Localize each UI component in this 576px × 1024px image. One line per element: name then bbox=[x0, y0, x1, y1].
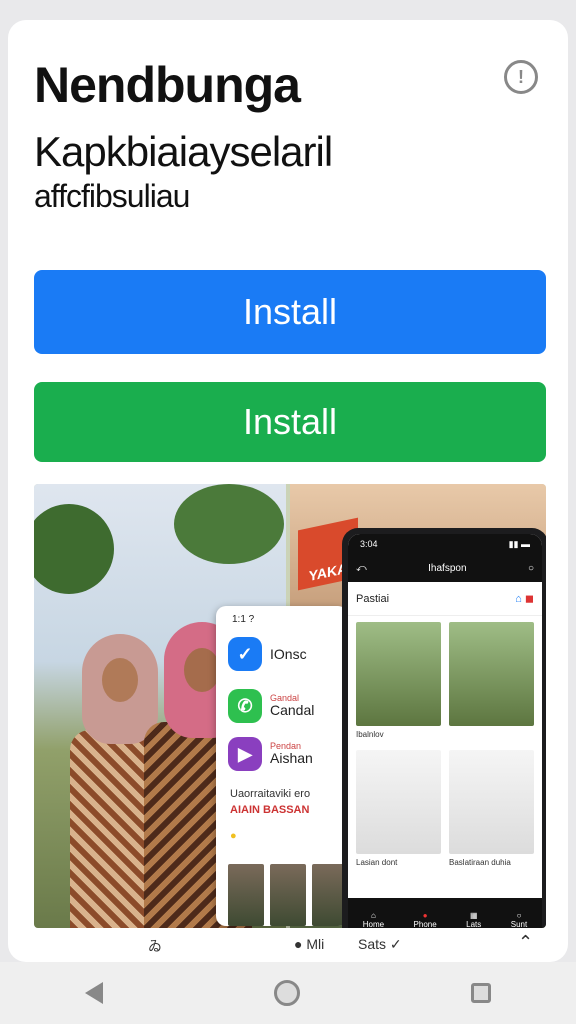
phone-header-label: Pastiai bbox=[356, 592, 390, 605]
phone-photo-grid: Ibalnlov Lasian dont Baslatiraan duhia bbox=[348, 616, 542, 876]
phone-time: 3:04 bbox=[360, 539, 378, 549]
tree bbox=[34, 504, 114, 594]
home-icon[interactable] bbox=[273, 980, 300, 1006]
phone-topbar: ⤺ Ihafspon ○ bbox=[348, 554, 542, 582]
back-icon[interactable]: ⤺ bbox=[356, 563, 367, 574]
app-subtitle: Kapkbiaiayselaril bbox=[34, 128, 333, 175]
tablet-line: Uaorraitaviki ero bbox=[230, 788, 311, 800]
grid-icon: ▦ bbox=[469, 911, 478, 920]
tree bbox=[174, 484, 284, 564]
install-button-primary[interactable]: Install bbox=[34, 270, 546, 354]
nav-phone[interactable]: ● Phone bbox=[414, 911, 437, 928]
info-icon[interactable]: ! bbox=[504, 60, 538, 94]
preview-caption-row: ゐ ● Mli Sats ✓ ⌃ bbox=[8, 932, 568, 962]
phone-status-bar: 3:04 ▮▮ ▬ bbox=[348, 534, 542, 554]
phone-bottom-nav: ⌂ Home ● Phone ▦ Lats ○ Sunt bbox=[348, 898, 542, 928]
row-label: IOnsc bbox=[270, 645, 307, 662]
signal-icon: ▮▮ ▬ bbox=[508, 538, 530, 549]
app-card: Nendbunga ! Kapkbiaiayselaril affcfibsul… bbox=[8, 20, 568, 962]
search-icon[interactable]: ○ bbox=[528, 563, 534, 574]
bell-icon[interactable]: ⌂ bbox=[515, 593, 522, 605]
recents-icon[interactable] bbox=[470, 983, 491, 1003]
caption-right: Sats ✓ bbox=[358, 936, 402, 952]
tablet-thumbnails bbox=[228, 864, 348, 926]
avatar[interactable]: ◼ bbox=[525, 593, 534, 605]
phone-mockup: 3:04 ▮▮ ▬ ⤺ Ihafspon ○ Pastiai ⌂ ◼ Ibaln… bbox=[342, 528, 546, 928]
phone-title: Ihafspon bbox=[428, 562, 467, 574]
dot-icon: ● bbox=[230, 830, 237, 842]
chevron-up-icon[interactable]: ⌃ bbox=[518, 932, 533, 953]
caption-middle: ● Mli bbox=[294, 936, 325, 952]
row-label: Candal bbox=[270, 702, 315, 719]
system-nav-bar bbox=[0, 962, 576, 1024]
install-button-secondary[interactable]: Install bbox=[34, 382, 546, 462]
search-icon: ○ bbox=[516, 911, 522, 920]
record-icon: ● bbox=[422, 911, 428, 920]
nav-lats[interactable]: ▦ Lats bbox=[466, 911, 481, 928]
app-tagline: affcfibsuliau bbox=[34, 178, 190, 214]
caption-left: ゐ bbox=[148, 938, 162, 954]
app-screenshot-preview[interactable]: YAKA 1:1 ? ✓ IOnsc ✆ Gandal Candal ▶ Pend… bbox=[34, 484, 546, 928]
nav-home[interactable]: ⌂ Home bbox=[363, 911, 384, 928]
tablet-line: AIAIN BASSAN bbox=[230, 804, 310, 816]
tablet-row[interactable]: ✆ Gandal Candal bbox=[228, 684, 348, 728]
video-icon: ▶ bbox=[228, 737, 262, 771]
check-icon: ✓ bbox=[228, 637, 262, 671]
row-label: Aishan bbox=[270, 750, 313, 767]
grid-item[interactable]: Baslatiraan duhia bbox=[449, 750, 534, 870]
tablet-time: 1:1 ? bbox=[232, 614, 255, 625]
tablet-row[interactable]: ▶ Pendan Aishan bbox=[228, 732, 348, 776]
app-title: Nendbunga bbox=[34, 57, 301, 113]
grid-item[interactable]: Ibalnlov bbox=[356, 622, 441, 742]
phone-header: Pastiai ⌂ ◼ bbox=[348, 582, 542, 616]
grid-item[interactable]: Lasian dont bbox=[356, 750, 441, 870]
tablet-row[interactable]: ✓ IOnsc bbox=[228, 632, 348, 676]
chat-icon: ✆ bbox=[228, 689, 262, 723]
nav-sunt[interactable]: ○ Sunt bbox=[511, 911, 527, 928]
back-icon[interactable] bbox=[85, 982, 104, 1004]
home-icon: ⌂ bbox=[370, 911, 376, 920]
tablet-mockup: 1:1 ? ✓ IOnsc ✆ Gandal Candal ▶ Pendan Ais… bbox=[216, 606, 348, 926]
grid-item[interactable] bbox=[449, 622, 534, 742]
